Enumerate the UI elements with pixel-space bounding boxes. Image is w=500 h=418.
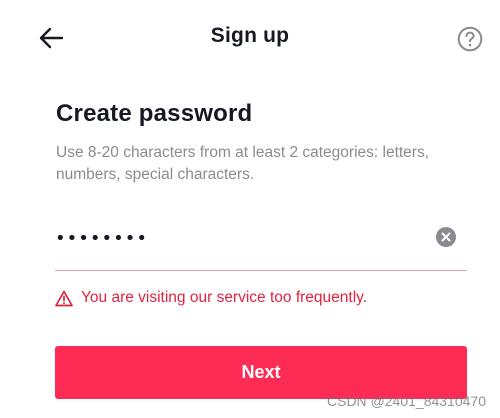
clear-x-icon	[436, 227, 456, 247]
watermark-text: CSDN @2401_84310470	[327, 393, 486, 409]
signup-screen: Sign up Create password Use 8-20 charact…	[0, 0, 500, 418]
password-requirements-text: Use 8-20 characters from at least 2 cate…	[56, 144, 430, 183]
warning-triangle-icon	[55, 289, 73, 307]
error-message: You are visiting our service too frequen…	[55, 287, 367, 309]
page-header-title: Sign up	[210, 24, 290, 47]
help-button[interactable]	[455, 24, 485, 54]
top-nav-bar: Sign up	[0, 0, 500, 76]
password-field-underline	[55, 270, 467, 271]
error-message-text: You are visiting our service too frequen…	[81, 289, 368, 306]
clear-password-button[interactable]	[436, 227, 456, 247]
password-input[interactable]	[55, 224, 415, 252]
password-field	[55, 220, 467, 271]
page-title: Create password	[56, 100, 253, 127]
next-button[interactable]: Next	[55, 346, 467, 399]
question-circle-icon	[457, 26, 483, 52]
